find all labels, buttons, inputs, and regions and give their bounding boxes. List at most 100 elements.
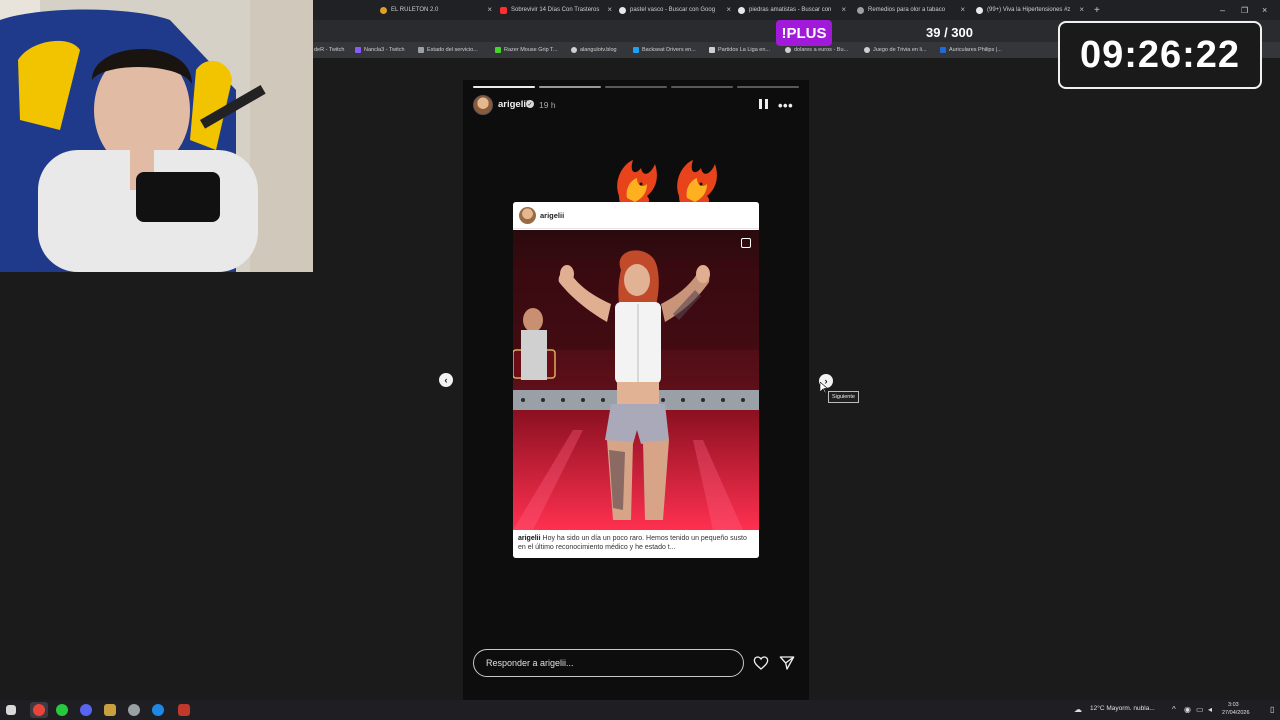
plus-counter: 39 / 300 — [926, 25, 973, 40]
bookmark-label: Backseat Drivers en... — [642, 47, 696, 53]
post-header: arigelii — [513, 202, 759, 229]
windows-taskbar: ☁ 12°C Mayorm. nubla... ^ ◉ ▭ ◂ 3:03 27/… — [0, 700, 1280, 720]
stream-timer: 09:26:22 — [1058, 21, 1262, 89]
chevron-up-icon[interactable]: ^ — [1172, 705, 1176, 714]
caption-text: Hoy ha sido un día un poco raro. Hemos t… — [518, 535, 747, 551]
reply-input[interactable]: Responder a arigelii... — [473, 649, 744, 677]
close-icon[interactable]: × — [607, 5, 612, 14]
bookmark-item[interactable]: Partidos La Liga en... — [709, 44, 770, 56]
tab-sobrevivir[interactable]: Sobrevivir 14 Días Con Trasteros × — [500, 2, 612, 18]
philips-icon — [940, 47, 946, 53]
caption-username: arigelii — [518, 535, 541, 542]
minimize-icon[interactable]: – — [1220, 2, 1230, 18]
tab-piedras-amatistas[interactable]: piedras amatistas - Buscar con × — [738, 2, 846, 18]
story-progress-segment — [737, 86, 799, 88]
story-username[interactable]: arigelii — [498, 99, 529, 110]
tab-pastel-vasco[interactable]: pastel vasco - Buscar con Goog × — [619, 2, 731, 18]
bookmark-item[interactable]: Auriculares Philips |... — [940, 44, 1002, 56]
bookmark-label: Estado del servicio... — [427, 47, 478, 53]
close-icon[interactable]: × — [487, 5, 492, 14]
youtube-icon — [500, 6, 507, 14]
story-progress-segment — [539, 86, 601, 88]
game-launcher-icon[interactable] — [104, 704, 116, 716]
tab-label: EL RULETON 2.0 — [391, 7, 439, 13]
athlete-photo — [513, 230, 759, 530]
bookmark-item[interactable]: deR - Twitch — [314, 44, 344, 56]
pause-button[interactable] — [759, 99, 769, 110]
weather-text[interactable]: 12°C Mayorm. nubla... — [1090, 705, 1155, 712]
bookmark-label: Partidos La Liga en... — [718, 47, 770, 53]
heart-icon[interactable] — [753, 655, 769, 671]
battery-icon[interactable]: ▭ — [1196, 705, 1204, 714]
bookmark-label: deR - Twitch — [314, 47, 345, 53]
previous-story-button[interactable]: ‹ — [439, 373, 453, 387]
post-photo — [513, 230, 759, 530]
bookmark-item[interactable]: Razer Mouse Grip T... — [495, 44, 557, 56]
tab-label: (99+) Viva la Hipertensiones #z — [987, 7, 1071, 13]
bookmark-item[interactable]: Nancla3 - Twitch — [355, 44, 405, 56]
tab-label: pastel vasco - Buscar con Goog — [630, 7, 716, 13]
tab-favicon-icon — [380, 6, 387, 14]
streamer-camera-image — [0, 0, 313, 272]
story-progress-segment — [671, 86, 733, 88]
more-options-icon[interactable]: ••• — [778, 98, 793, 113]
chrome-icon[interactable] — [33, 704, 45, 716]
razer-icon — [495, 47, 501, 53]
google-icon — [619, 6, 626, 14]
story-timestamp: 19 h — [539, 100, 556, 110]
app-icon[interactable] — [178, 704, 190, 716]
page-icon — [418, 47, 424, 53]
new-tab-button[interactable]: + — [1094, 2, 1106, 18]
page-icon — [709, 47, 715, 53]
bookmark-label: Razer Mouse Grip T... — [504, 47, 558, 53]
bookmark-item[interactable]: alangulotv.blog — [571, 44, 617, 56]
tiktok-icon — [976, 6, 983, 14]
clock-date[interactable]: 27/04/2026 — [1222, 710, 1250, 716]
network-icon[interactable]: ◉ — [1184, 705, 1191, 714]
plus-badge: !PLUS — [776, 20, 832, 46]
carousel-icon — [741, 238, 751, 248]
trivia-icon — [864, 47, 870, 53]
globe-icon — [571, 47, 577, 53]
clock-time[interactable]: 3:03 — [1228, 702, 1239, 708]
post-caption: arigelii Hoy ha sido un día un poco raro… — [513, 530, 759, 558]
edge-icon[interactable] — [152, 704, 164, 716]
bookmark-label: alangulotv.blog — [580, 47, 617, 53]
weather-icon[interactable]: ☁ — [1074, 705, 1082, 714]
close-icon[interactable]: × — [726, 5, 731, 14]
bookmark-label: Auriculares Philips |... — [949, 47, 1002, 53]
restore-icon[interactable]: ❐ — [1241, 2, 1251, 18]
send-icon[interactable] — [779, 655, 795, 671]
tab-label: piedras amatistas - Buscar con — [749, 7, 832, 13]
close-icon[interactable]: × — [841, 5, 846, 14]
page-icon — [633, 47, 639, 53]
bookmark-item[interactable]: Estado del servicio... — [418, 44, 478, 56]
settings-icon[interactable] — [128, 704, 140, 716]
close-icon[interactable]: × — [960, 5, 965, 14]
notifications-icon[interactable]: ▯ — [1270, 705, 1274, 714]
tab-label: Remedios para olor a tabaco — [868, 7, 946, 13]
page-icon — [857, 6, 864, 14]
discord-icon[interactable] — [80, 704, 92, 716]
window-close-icon[interactable]: × — [1262, 2, 1272, 18]
twitch-icon — [355, 47, 361, 53]
bookmark-item[interactable]: Juego de Trivia en li... — [864, 44, 927, 56]
webcam-overlay — [0, 0, 313, 272]
shared-post-card[interactable]: arigelii arigelii Hoy ha sido un día un … — [513, 202, 759, 558]
story-viewer: arigelii ✓ 19 h ••• arigelii arigelii Ho… — [463, 80, 809, 700]
tab-tiktok[interactable]: (99+) Viva la Hipertensiones #z × — [976, 2, 1084, 18]
google-icon — [738, 6, 745, 14]
tab-remedios[interactable]: Remedios para olor a tabaco × — [857, 2, 965, 18]
mouse-cursor-icon — [820, 382, 828, 394]
avatar[interactable] — [473, 95, 493, 115]
xbox-icon[interactable] — [56, 704, 68, 716]
post-avatar — [519, 207, 536, 224]
google-icon — [785, 47, 791, 53]
bookmark-item[interactable]: Backseat Drivers en... — [633, 44, 696, 56]
story-progress-segment — [605, 86, 667, 88]
windows-start-icon[interactable] — [6, 705, 16, 715]
bookmark-label: Juego de Trivia en li... — [873, 47, 927, 53]
close-icon[interactable]: × — [1079, 5, 1084, 14]
volume-icon[interactable]: ◂ — [1208, 705, 1212, 714]
tab-el-ruleton[interactable]: EL RULETON 2.0 × — [380, 2, 492, 18]
